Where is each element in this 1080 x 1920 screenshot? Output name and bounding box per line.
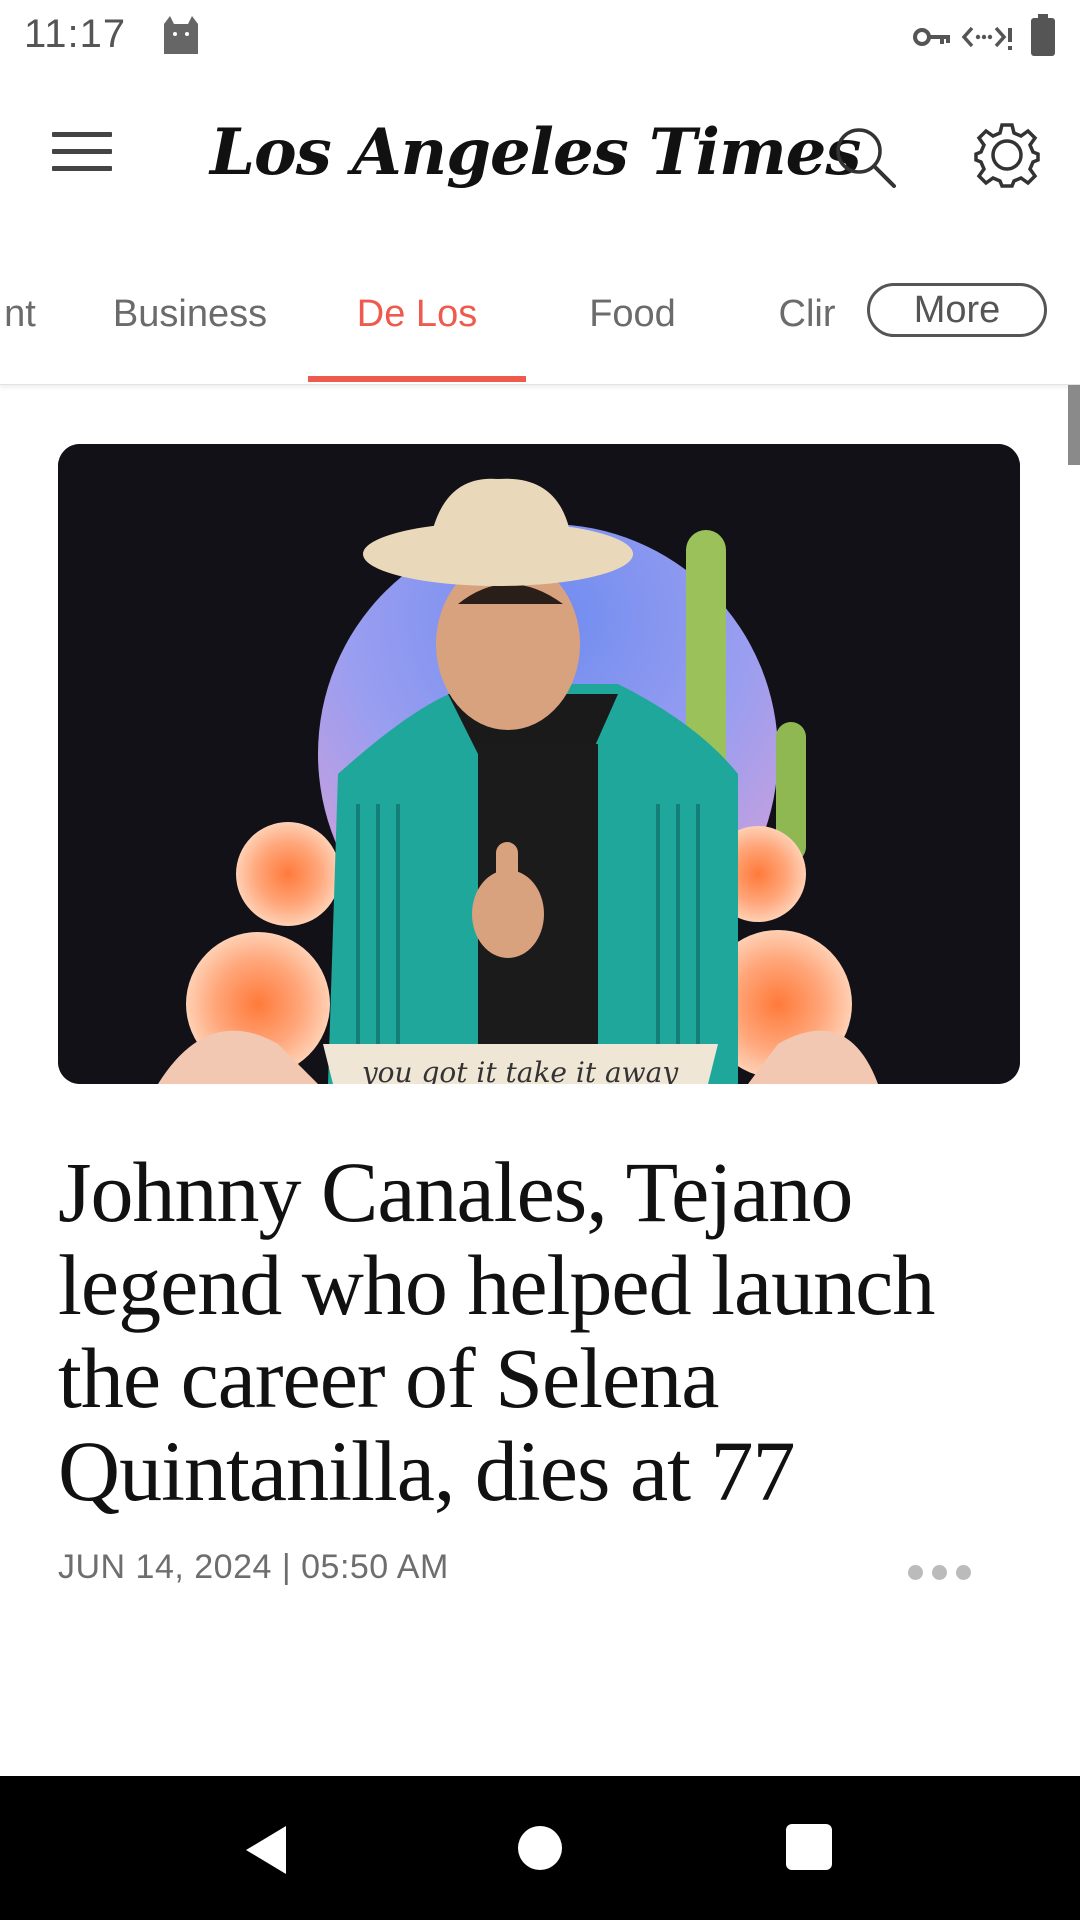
more-dots-icon[interactable] [908, 1556, 980, 1590]
status-time: 11:17 [24, 12, 127, 56]
tab-business[interactable]: Business [100, 284, 280, 344]
article-image[interactable]: you got it take it away [58, 444, 1020, 1084]
logo[interactable]: Los Angeles Times [210, 108, 861, 198]
tab-entertainment[interactable]: nt [0, 284, 40, 344]
gear-icon[interactable] [974, 122, 1040, 188]
article-headline[interactable]: Johnny Canales, Tejano legend who helped… [58, 1146, 1018, 1518]
network-icon [962, 26, 1012, 50]
app-header: Los Angeles Times [0, 76, 1080, 234]
article-illustration: you got it take it away [58, 444, 1020, 1084]
back-icon[interactable] [238, 1820, 298, 1880]
tab-climate[interactable]: Clir [776, 284, 838, 344]
article-dateline: JUN 14, 2024 | 05:50 AM [58, 1548, 449, 1586]
home-icon[interactable] [518, 1826, 562, 1870]
active-tab-indicator [308, 376, 526, 382]
system-nav-bar [0, 1776, 1080, 1920]
image-caption-text: you got it take it away [360, 1056, 679, 1084]
screen: 11:17 Los Angeles Times nt Business De L… [0, 0, 1080, 1920]
status-bar: 11:17 [0, 0, 1080, 76]
tab-food[interactable]: Food [560, 284, 705, 344]
search-icon[interactable] [832, 124, 898, 190]
vpn-key-icon [913, 28, 950, 46]
battery-icon [1031, 14, 1055, 56]
scrollbar-thumb[interactable] [1068, 385, 1080, 465]
section-tabs: nt Business De Los Food Clir More [0, 234, 1080, 385]
more-button[interactable]: More [867, 283, 1047, 337]
menu-icon[interactable] [52, 132, 112, 176]
tab-de-los[interactable]: De Los [308, 284, 526, 344]
cat-icon [164, 16, 198, 54]
recent-apps-icon[interactable] [786, 1824, 832, 1870]
